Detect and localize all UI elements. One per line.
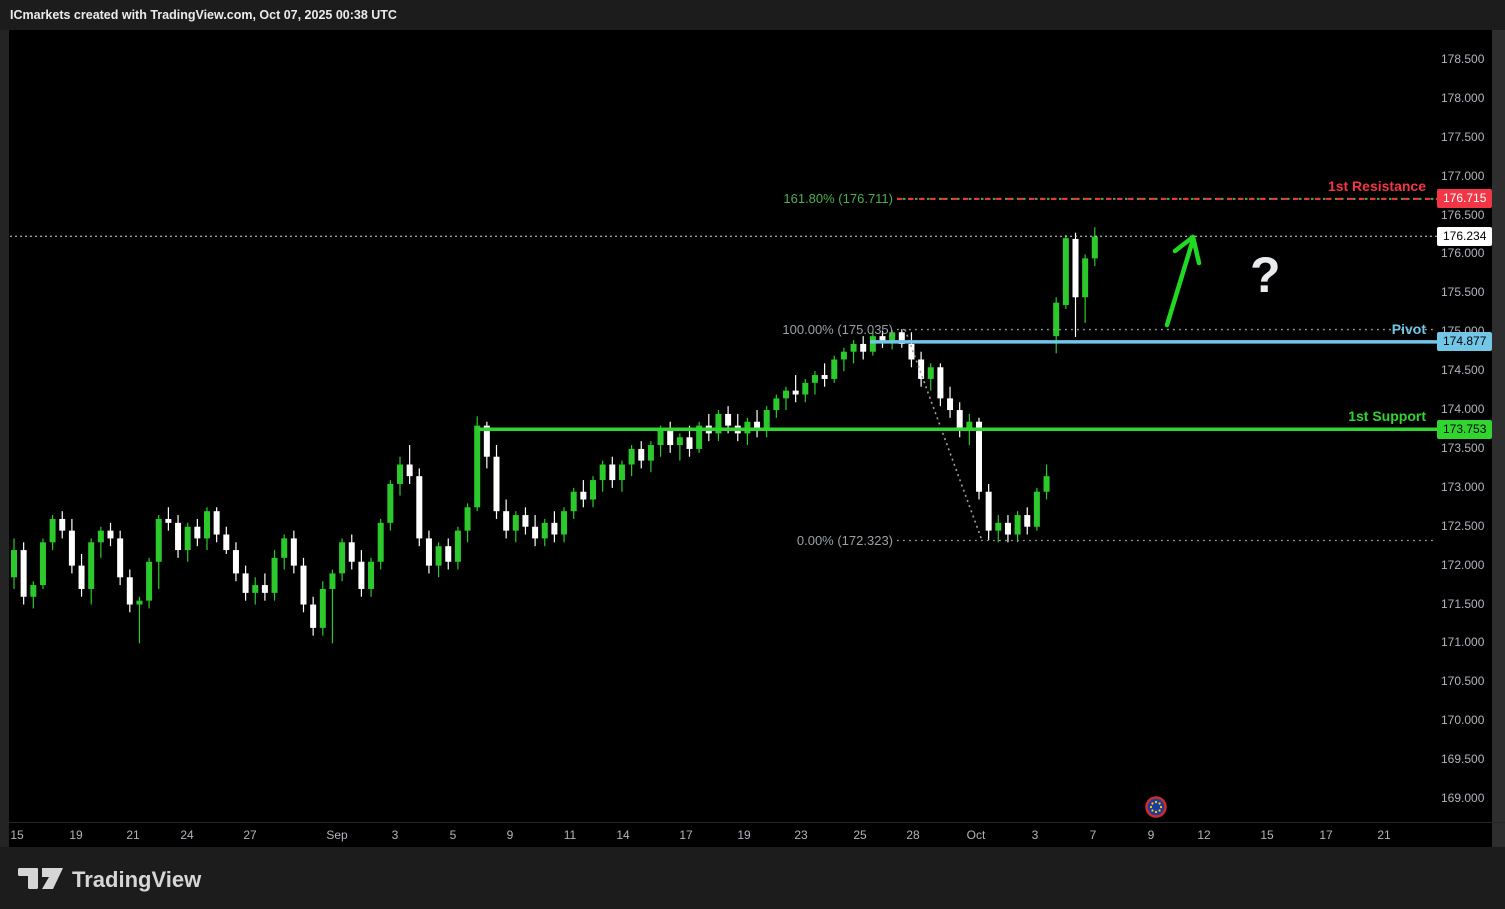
chart-attribution-bar: ICmarkets created with TradingView.com, … (0, 0, 1505, 30)
candles-group[interactable] (11, 227, 1098, 643)
attribution-text: ICmarkets created with TradingView.com, … (10, 8, 397, 22)
fib-trend-line[interactable] (905, 330, 982, 541)
candlestick-chart-canvas[interactable] (0, 0, 1505, 909)
tradingview-logo[interactable]: TradingView (16, 861, 276, 897)
bottom-toolbar: TradingView (0, 847, 1505, 909)
eu-flag-event-icon[interactable] (1147, 798, 1166, 817)
question-mark-annotation[interactable]: ? (1250, 250, 1281, 300)
up-arrow-annotation[interactable] (1167, 237, 1199, 325)
left-edge (0, 30, 9, 847)
tradingview-wordmark: TradingView (72, 867, 202, 892)
right-scrollbar[interactable] (1492, 30, 1505, 847)
